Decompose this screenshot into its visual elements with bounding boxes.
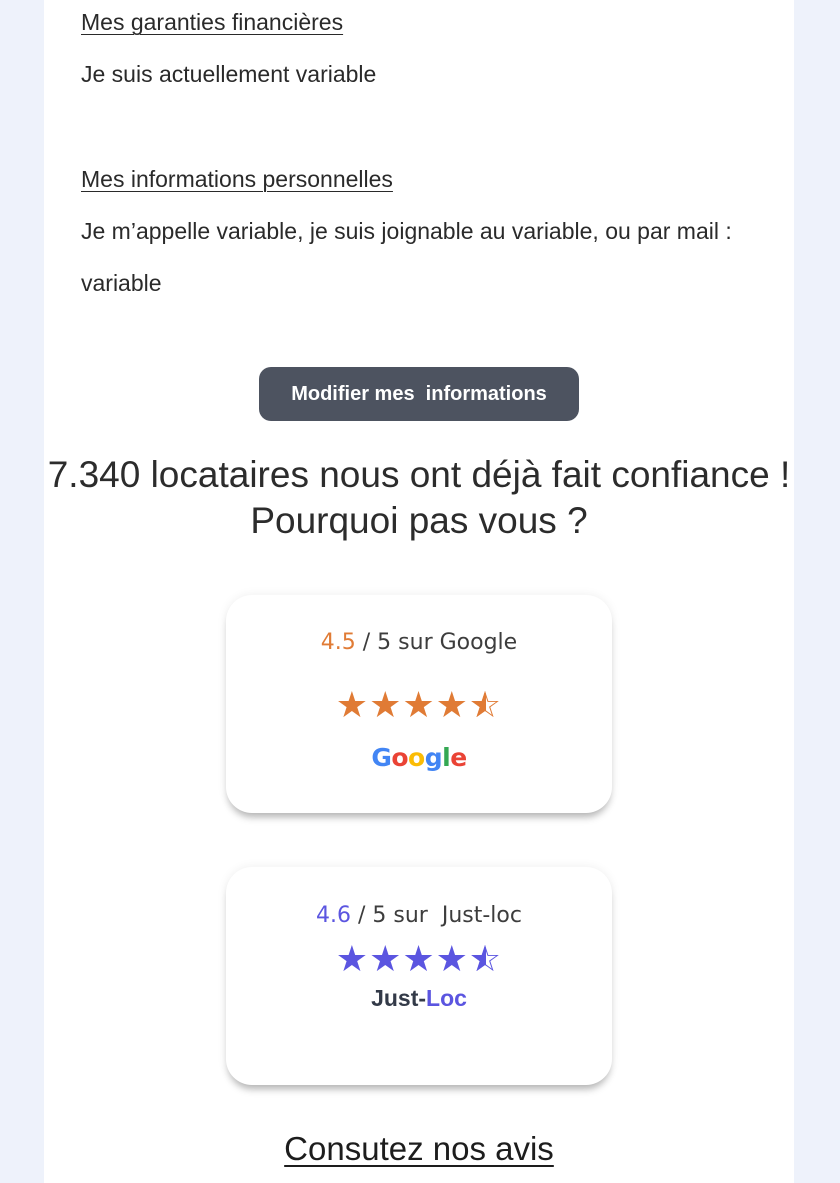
reviews-link-wrapper: Consutez nos avis — [44, 1130, 794, 1168]
justloc-score-value: 4.6 — [316, 903, 352, 928]
justloc-rating-card: 4.6 / 5 sur Just-loc ★★★★☆★ Just-Loc — [226, 867, 612, 1085]
google-stars: ★★★★☆★ — [226, 686, 612, 726]
star-full-icon: ★ — [369, 685, 403, 726]
google-rating-card: 4.5 / 5 sur Google ★★★★☆★ Google — [226, 595, 612, 813]
trust-headline: 7.340 locataires nous ont déjà fait conf… — [47, 454, 791, 541]
star-half-icon: ☆★ — [468, 939, 503, 980]
personal-info-text: Je m’appelle variable, je suis joignable… — [81, 218, 732, 296]
google-score-value: 4.5 — [320, 630, 356, 655]
justloc-stars: ★★★★☆★ — [226, 940, 612, 980]
justloc-logo: Just-Loc — [371, 985, 467, 1011]
star-full-icon: ★ — [335, 685, 370, 726]
star-full-icon: ★ — [402, 939, 436, 980]
financial-guarantees-title[interactable]: Mes garanties financières — [81, 9, 343, 36]
google-score-suffix: / 5 sur Google — [355, 630, 518, 655]
google-score-line: 4.5 / 5 sur Google — [226, 630, 612, 655]
star-full-icon: ★ — [335, 939, 370, 980]
star-full-icon: ★ — [402, 685, 436, 726]
modify-info-button[interactable]: Modifier mes informations — [259, 367, 579, 421]
star-half-icon: ☆★ — [468, 685, 503, 726]
star-full-icon: ★ — [369, 939, 403, 980]
personal-info-title[interactable]: Mes informations personnelles — [81, 166, 393, 193]
star-full-icon: ★ — [435, 685, 469, 726]
justloc-score-line: 4.6 / 5 sur Just-loc — [226, 903, 612, 928]
justloc-score-suffix: / 5 sur Just-loc — [351, 903, 522, 928]
see-reviews-link[interactable]: Consutez nos avis — [284, 1130, 554, 1167]
email-content-sheet: Mes garanties financières Je suis actuel… — [44, 0, 794, 1183]
star-full-icon: ★ — [435, 939, 469, 980]
google-logo: Google — [371, 743, 467, 772]
financial-guarantees-text: Je suis actuellement variable — [81, 61, 377, 87]
